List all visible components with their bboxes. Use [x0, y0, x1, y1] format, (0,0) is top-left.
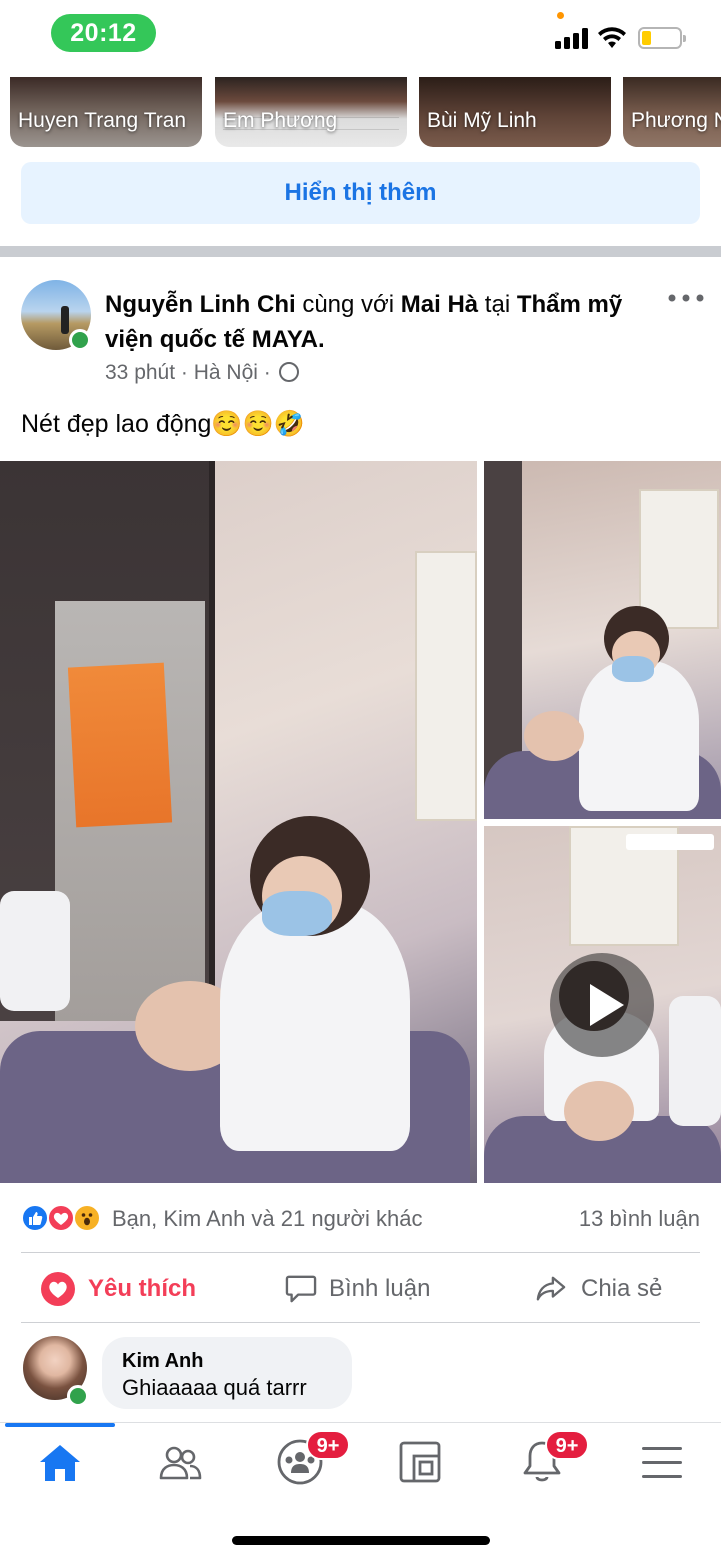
- wall-notice: [415, 551, 477, 821]
- online-status-dot: [67, 1385, 89, 1407]
- more-options-icon[interactable]: [668, 293, 704, 303]
- heart-reaction-icon: [41, 1272, 75, 1306]
- public-globe-icon: [278, 362, 299, 382]
- post-text: Nét đẹp lao động☺️☺️🤣: [21, 410, 305, 438]
- post-title: Nguyễn Linh Chi cùng với Mai Hà tại Thẩm…: [105, 287, 650, 357]
- post-place: Hà Nội: [193, 361, 258, 384]
- cellular-signal-icon: [555, 27, 589, 49]
- wifi-icon: [598, 27, 626, 48]
- at-word: tại: [478, 291, 517, 318]
- face-mask: [262, 891, 332, 936]
- steamer-machine: [0, 891, 70, 1011]
- groups-badge: 9+: [306, 1430, 350, 1460]
- share-button-label: Chia sẻ: [581, 1275, 663, 1302]
- with-word: cùng với: [295, 291, 401, 318]
- tagged-friend-link[interactable]: Mai Hà: [401, 291, 478, 318]
- share-icon: [536, 1276, 566, 1301]
- friends-icon[interactable]: [158, 1443, 202, 1483]
- status-bar: 20:12: [0, 0, 721, 70]
- worker-uniform: [579, 661, 699, 811]
- online-status-dot: [69, 329, 91, 351]
- divider: [21, 1322, 700, 1323]
- comment-button[interactable]: Bình luận: [285, 1262, 430, 1316]
- patient-face: [524, 711, 584, 761]
- comment-button-label: Bình luận: [329, 1275, 431, 1302]
- battery-icon: [638, 27, 686, 49]
- like-button-label: Yêu thích: [88, 1275, 197, 1302]
- wall-poster: [67, 662, 173, 828]
- feeds-icon[interactable]: [398, 1440, 442, 1484]
- person-card[interactable]: Huyen Trang Tran: [10, 77, 202, 147]
- notifications-badge: 9+: [545, 1430, 589, 1460]
- share-button[interactable]: Chia sẻ: [535, 1262, 662, 1316]
- person-card-name: Phương N: [631, 109, 721, 132]
- play-video-icon[interactable]: [550, 953, 654, 1057]
- post-meta: 33 phút · Hà Nội ·: [105, 358, 299, 388]
- menu-hamburger-icon[interactable]: [640, 1445, 684, 1481]
- comment-icon: [285, 1275, 317, 1303]
- comment-bubble[interactable]: Kim Anh Ghiaaaaa quá tarrr: [102, 1337, 352, 1409]
- show-more-button[interactable]: Hiển thị thêm: [21, 162, 700, 224]
- love-reaction-icon: [47, 1204, 75, 1232]
- comment-count[interactable]: 13 bình luận: [579, 1204, 700, 1234]
- active-tab-indicator: [5, 1423, 115, 1427]
- commenter-name[interactable]: Kim Anh: [122, 1349, 332, 1373]
- like-button[interactable]: Yêu thích: [40, 1262, 196, 1316]
- post-photo-top-right[interactable]: [484, 461, 721, 819]
- reaction-icons[interactable]: [21, 1204, 111, 1234]
- wall-notice: [639, 489, 719, 629]
- person-card-name: Huyen Trang Tran: [18, 109, 187, 132]
- status-time: 20:12: [51, 14, 156, 52]
- person-card[interactable]: Phương N: [623, 77, 721, 147]
- reactions-summary[interactable]: Bạn, Kim Anh và 21 người khác: [112, 1204, 422, 1234]
- privacy-indicator-dot: [557, 12, 564, 19]
- wow-reaction-icon: [73, 1204, 101, 1232]
- audio-tag: [626, 834, 714, 850]
- person-card-name: Bùi Mỹ Linh: [427, 109, 537, 132]
- worker-uniform: [220, 901, 410, 1151]
- section-divider: [0, 246, 721, 257]
- author-name-link[interactable]: Nguyễn Linh Chi: [105, 291, 296, 318]
- divider: [21, 1252, 700, 1253]
- post-time[interactable]: 33 phút: [105, 361, 175, 384]
- beauty-machine: [669, 996, 721, 1126]
- face-mask: [612, 656, 654, 682]
- patient-face: [564, 1081, 634, 1141]
- people-cards-row: Huyen Trang Tran Em Phương Bùi Mỹ Linh P…: [0, 77, 721, 149]
- post-photo-main[interactable]: [0, 461, 477, 1183]
- home-icon[interactable]: [38, 1443, 82, 1483]
- person-card-name: Em Phương: [223, 109, 338, 132]
- home-indicator-bar: [232, 1536, 490, 1545]
- person-card[interactable]: Bùi Mỹ Linh: [419, 77, 611, 147]
- like-reaction-icon: [21, 1204, 49, 1232]
- person-card[interactable]: Em Phương: [215, 77, 407, 147]
- comment-text: Ghiaaaaa quá tarrr: [122, 1375, 307, 1400]
